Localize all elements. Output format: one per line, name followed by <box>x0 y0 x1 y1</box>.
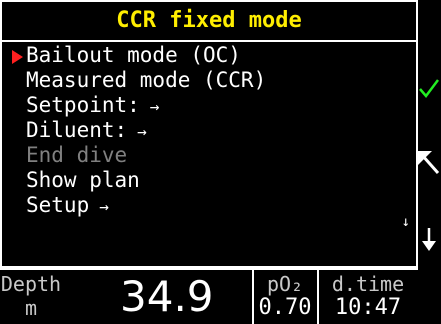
button-hint-strip <box>418 0 441 268</box>
menu-item-measured-mode[interactable]: Measured mode (CCR) <box>2 68 416 93</box>
po2-value: 0.70 <box>258 295 312 320</box>
menu-list: Bailout mode (OC) Measured mode (CCR) Se… <box>2 43 416 218</box>
menu-item-label: Measured mode (CCR) <box>26 68 267 92</box>
menu-item-label: Diluent: <box>26 118 128 142</box>
po2-label: pO₂ <box>266 272 304 296</box>
divider <box>317 270 319 324</box>
scroll-down-indicator-icon: ↓ <box>401 214 410 230</box>
menu-item-label: Setpoint: <box>26 93 140 117</box>
dive-time-label: d.time <box>331 272 405 296</box>
submenu-arrow-icon: → <box>99 197 109 216</box>
submenu-arrow-icon: → <box>149 97 160 116</box>
menu-title: CCR fixed mode <box>2 2 416 42</box>
submenu-arrow-icon: → <box>137 122 147 141</box>
dive-time-value: 10:47 <box>334 295 402 320</box>
menu-item-label: End dive <box>26 143 128 167</box>
menu-item-setpoint[interactable]: Setpoint: → <box>2 93 416 118</box>
menu-item-end-dive: End dive <box>2 143 416 168</box>
menu-item-bailout-mode[interactable]: Bailout mode (OC) <box>2 43 416 68</box>
menu-item-setup[interactable]: Setup → <box>2 193 416 218</box>
menu-item-show-plan[interactable]: Show plan <box>2 168 416 193</box>
menu-item-label: Show plan <box>26 168 140 192</box>
down-arrow-icon[interactable] <box>420 228 438 252</box>
menu-item-label: Setup <box>26 193 90 217</box>
depth-label: Depth <box>0 272 62 296</box>
up-left-arrow-icon[interactable] <box>418 151 440 175</box>
depth-unit: m <box>24 296 38 320</box>
menu-panel: CCR fixed mode Bailout mode (OC) Measure… <box>0 0 418 268</box>
selection-marker-icon <box>12 50 23 64</box>
menu-item-diluent[interactable]: Diluent: → <box>2 118 416 143</box>
check-icon[interactable] <box>418 78 440 98</box>
depth-value: 34.9 <box>120 272 214 321</box>
menu-item-label: Bailout mode (OC) <box>26 43 241 67</box>
status-bar: Depth m 34.9 pO₂ 0.70 d.time 10:47 <box>0 268 418 324</box>
